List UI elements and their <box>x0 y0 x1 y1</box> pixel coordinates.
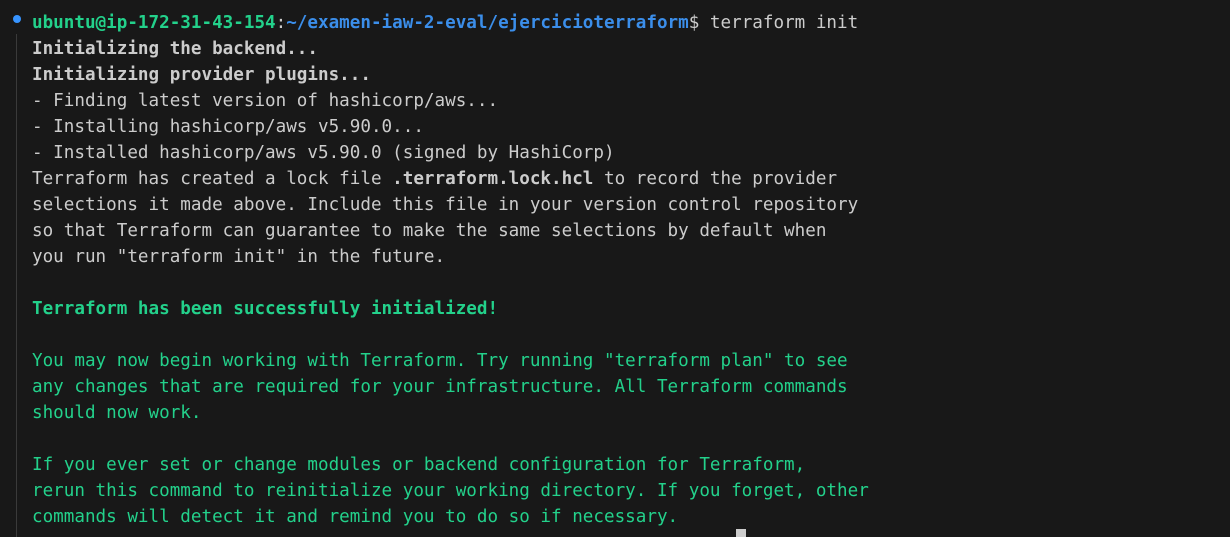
output-line: so that Terraform can guarantee to make … <box>32 221 827 241</box>
terminal-window[interactable]: ubuntu@ip-172-31-43-154:~/examen-iaw-2-e… <box>0 0 1230 537</box>
output-line: should now work. <box>32 403 202 423</box>
cursor-line[interactable] <box>736 529 746 537</box>
output-line: selections it made above. Include this f… <box>32 195 859 215</box>
prompt-path: ~/examen-iaw-2-eval/ejercicioterraform <box>286 13 689 33</box>
prompt-line: ubuntu@ip-172-31-43-154:~/examen-iaw-2-e… <box>32 10 1230 36</box>
lock-file-name: .terraform.lock.hcl <box>392 169 594 189</box>
output-line: You may now begin working with Terraform… <box>32 351 848 371</box>
output-line: - Installing hashicorp/aws v5.90.0... <box>32 117 424 137</box>
prompt-user-host: ubuntu@ip-172-31-43-154 <box>32 13 276 33</box>
prompt-symbol: $ <box>688 13 700 33</box>
output-line: If you ever set or change modules or bac… <box>32 455 806 475</box>
command-status-dot-icon[interactable] <box>13 15 21 23</box>
output-line: - Installed hashicorp/aws v5.90.0 (signe… <box>32 143 615 163</box>
output-line: any changes that are required for your i… <box>32 377 848 397</box>
command-gutter-line <box>16 34 17 537</box>
success-message: Terraform has been successfully initiali… <box>32 299 499 319</box>
output-line: - Finding latest version of hashicorp/aw… <box>32 91 499 111</box>
output-line: rerun this command to reinitialize your … <box>32 481 869 501</box>
output-line: you run "terraform init" in the future. <box>32 247 446 267</box>
terminal-output: ubuntu@ip-172-31-43-154:~/examen-iaw-2-e… <box>32 10 1230 530</box>
terminal-cursor <box>736 529 746 537</box>
prompt-separator: : <box>275 13 287 33</box>
output-line: Initializing provider plugins... <box>32 65 371 85</box>
output-line: Terraform has created a lock file .terra… <box>32 166 1230 192</box>
output-text: to record the provider <box>593 169 838 189</box>
output-text: Terraform has created a lock file <box>32 169 393 189</box>
output-line: Initializing the backend... <box>32 39 318 59</box>
output-line: commands will detect it and remind you t… <box>32 507 679 527</box>
prompt-command: terraform init <box>699 13 859 33</box>
